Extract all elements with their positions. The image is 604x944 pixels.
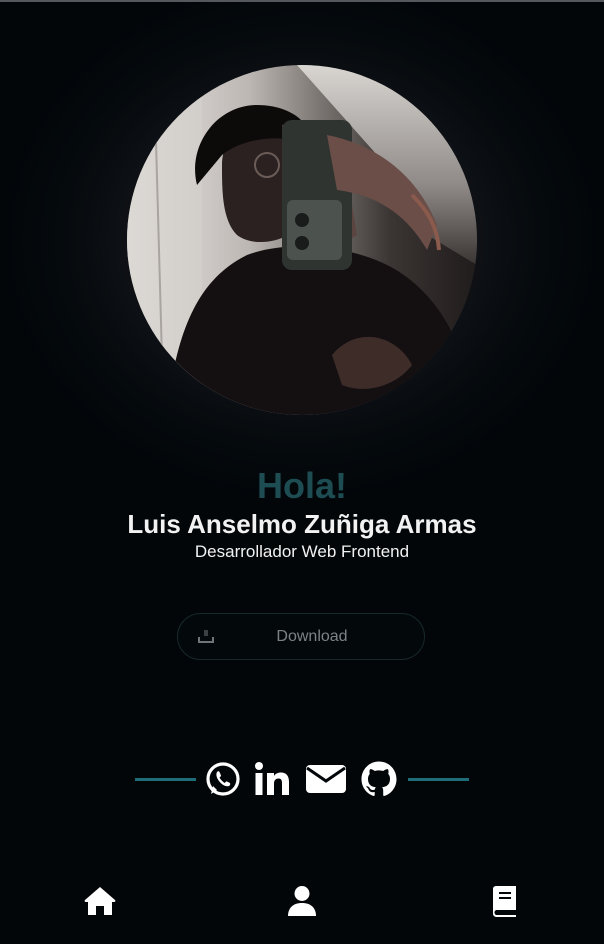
user-icon[interactable] (285, 884, 319, 918)
email-icon[interactable] (305, 760, 347, 798)
social-divider-left (135, 778, 196, 781)
github-icon[interactable] (360, 760, 398, 798)
portfolio-page: Hola! Luis Anselmo Zuñiga Armas Desarrol… (0, 0, 604, 944)
home-icon[interactable] (83, 884, 117, 918)
book-icon[interactable] (487, 884, 521, 918)
download-cv-button[interactable]: Download (177, 613, 425, 660)
download-label: Download (276, 628, 348, 645)
profile-name: Luis Anselmo Zuñiga Armas (127, 509, 477, 539)
greeting-heading: Hola! (257, 465, 347, 506)
linkedin-icon[interactable] (253, 760, 291, 798)
profile-photo (127, 65, 477, 415)
whatsapp-icon[interactable] (204, 760, 242, 798)
profile-role: Desarrollador Web Frontend (194, 542, 410, 561)
window-top-border (0, 0, 604, 2)
social-divider-right (408, 778, 469, 781)
